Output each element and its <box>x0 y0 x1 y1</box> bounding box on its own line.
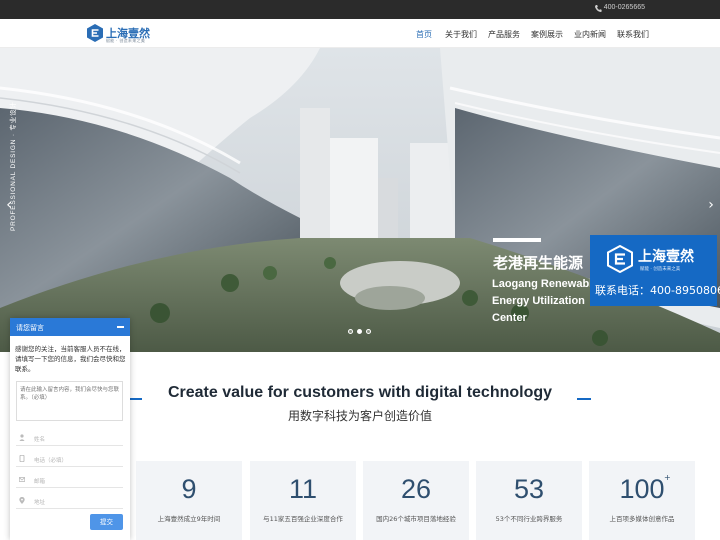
contact-brand-name: 上海壹然 <box>638 249 694 265</box>
stat-card: 100 + 上百项多媒体创意作品 <box>589 461 695 540</box>
caption-accent-bar <box>493 238 541 242</box>
contact-brand-tagline: 赋能 · 创造未来之美 <box>640 267 681 272</box>
stat-card: 9 上海壹然成立9年时间 <box>136 461 242 540</box>
stat-value: 53 <box>513 474 545 504</box>
stat-value: 26 <box>400 474 432 504</box>
nav-item-home[interactable]: 首页 <box>416 29 432 40</box>
stat-card: 26 国内26个城市项目落地经验 <box>363 461 469 540</box>
stat-label: 53个不同行业跨界服务 <box>495 515 563 523</box>
stat-value: 11 <box>288 474 318 504</box>
chat-message: 感谢您的关注，当前客服人员不在线，请填写一下您的信息，我们会尽快和您联系。 <box>15 345 126 373</box>
slider-dot[interactable] <box>348 329 353 334</box>
chat-title: 请您留言 <box>16 324 44 332</box>
name-field[interactable]: 姓名 <box>16 430 123 446</box>
phone-placeholder: 电话（必填） <box>34 458 68 464</box>
message-textarea[interactable] <box>16 381 123 421</box>
location-icon <box>19 497 25 504</box>
stat-card: 11 与11家五百强企业深度合作 <box>250 461 356 540</box>
phone-icon <box>595 5 602 12</box>
slider-pagination <box>348 329 372 335</box>
slide-caption-cn: 老港再生能源 <box>493 254 584 272</box>
phone-icon <box>19 455 25 462</box>
chevron-right-icon[interactable]: › <box>705 198 717 212</box>
stat-suffix: + <box>664 473 671 482</box>
top-phone-number: 400-0265665 <box>603 4 645 11</box>
name-placeholder: 姓名 <box>34 437 46 443</box>
slider-dot[interactable] <box>366 329 371 334</box>
nav-item-cases[interactable]: 案例展示 <box>531 29 563 40</box>
nav-item-contact[interactable]: 联系我们 <box>617 29 649 40</box>
slider-dot-active[interactable] <box>357 329 362 334</box>
e-logo-icon <box>607 245 633 273</box>
email-placeholder: 邮箱 <box>34 479 46 485</box>
phone-field[interactable]: 电话（必填） <box>16 451 123 467</box>
nav-item-about[interactable]: 关于我们 <box>445 29 477 40</box>
stat-label: 国内26个城市项目落地经验 <box>376 515 456 523</box>
stat-label: 上百项多媒体创意作品 <box>609 515 675 523</box>
side-vertical-label: PROFESSIONAL DESIGN · 专业设计 <box>10 101 17 231</box>
email-field[interactable]: 邮箱 <box>16 472 123 488</box>
contact-phone: 联系电话：400-8950806 <box>595 284 720 297</box>
nav-item-news[interactable]: 业内新闻 <box>574 29 606 40</box>
floating-contact-card[interactable]: 上海壹然 赋能 · 创造未来之美 联系电话：400-8950806 <box>590 235 720 306</box>
stat-label: 与11家五百强企业深度合作 <box>263 515 343 523</box>
address-field[interactable]: 地址 <box>16 493 123 509</box>
stat-label: 上海壹然成立9年时间 <box>157 515 221 523</box>
mail-icon <box>19 477 25 482</box>
user-icon <box>19 434 25 441</box>
chevron-left-icon[interactable]: ‹ <box>3 198 15 212</box>
leave-message-widget: 请您留言 感谢您的关注，当前客服人员不在线，请填写一下您的信息，我们会尽快和您联… <box>10 318 130 540</box>
main-nav: 首页 关于我们 产品服务 案例展示 业内新闻 联系我们 <box>0 29 720 41</box>
stat-value: 100 <box>619 474 665 504</box>
nav-item-products[interactable]: 产品服务 <box>488 29 520 40</box>
stat-card: 53 53个不同行业跨界服务 <box>476 461 582 540</box>
main-header: 上海壹然 赋能 · 创造未来之美 首页 关于我们 产品服务 案例展示 业内新闻 … <box>0 19 720 48</box>
address-placeholder: 地址 <box>34 500 46 506</box>
stat-value: 9 <box>181 474 197 504</box>
minimize-icon[interactable] <box>117 326 124 328</box>
chat-header[interactable]: 请您留言 <box>10 318 130 336</box>
submit-button[interactable]: 提交 <box>90 514 123 530</box>
top-bar: 400-0265665 <box>0 0 720 19</box>
hero-banner[interactable]: PROFESSIONAL DESIGN · 专业设计 ‹ › 老港再生能源 La… <box>0 48 720 352</box>
